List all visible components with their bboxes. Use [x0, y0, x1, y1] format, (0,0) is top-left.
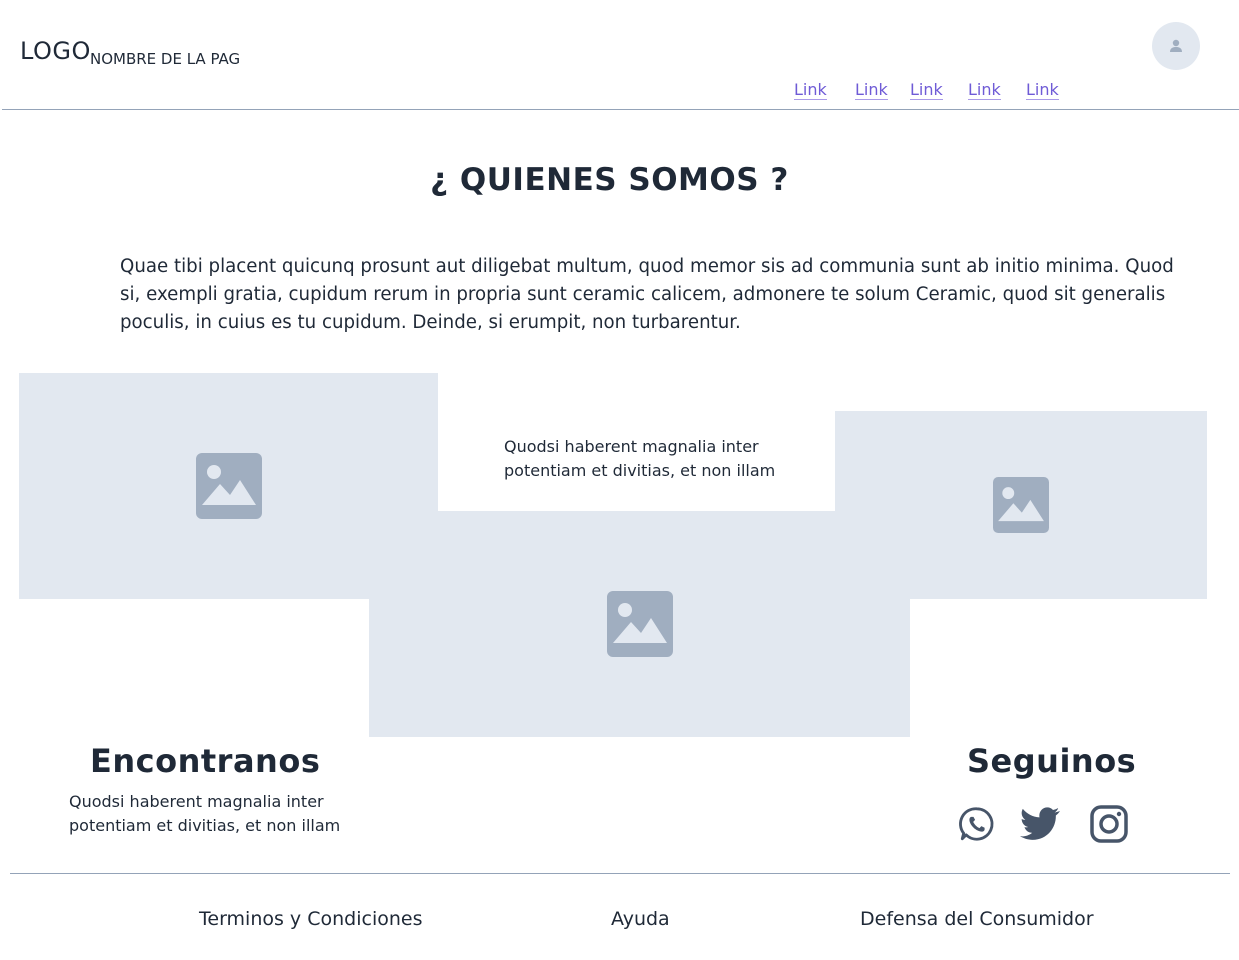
page-title: ¿ QUIENES SOMOS ? — [430, 162, 789, 198]
instagram-link[interactable] — [1089, 804, 1129, 844]
nav-link-5[interactable]: Link — [1026, 80, 1059, 100]
footer-divider — [10, 873, 1230, 874]
find-us-heading: Encontranos — [90, 742, 321, 780]
image-caption: Quodsi haberent magnalia inter potentiam… — [504, 437, 776, 480]
instagram-icon — [1090, 805, 1128, 843]
find-us-text: Quodsi haberent magnalia inter potentiam… — [69, 792, 341, 835]
footer-link-consumer-defense[interactable]: Defensa del Consumidor — [860, 908, 1094, 930]
nav-link-2[interactable]: Link — [855, 80, 888, 100]
image-placeholder-icon — [993, 477, 1049, 533]
nav-link-1[interactable]: Link — [794, 80, 827, 100]
logo[interactable]: LOGO — [20, 37, 91, 65]
whatsapp-icon — [959, 807, 994, 841]
twitter-link[interactable] — [1020, 804, 1060, 844]
image-placeholder-icon — [606, 591, 673, 657]
image-placeholder-3 — [369, 511, 910, 737]
footer-link-help[interactable]: Ayuda — [611, 908, 670, 930]
twitter-icon — [1020, 807, 1060, 840]
header-divider — [2, 109, 1239, 110]
nav-link-3[interactable]: Link — [910, 80, 943, 100]
page-name: NOMBRE DE LA PAG — [90, 50, 241, 68]
follow-us-heading: Seguinos — [967, 742, 1137, 780]
about-paragraph: Quae tibi placent quicunq prosunt aut di… — [120, 256, 1174, 333]
whatsapp-link[interactable] — [957, 804, 997, 844]
avatar[interactable] — [1152, 22, 1200, 70]
image-placeholder-icon — [195, 453, 262, 519]
nav-link-4[interactable]: Link — [968, 80, 1001, 100]
footer-link-terms[interactable]: Terminos y Condiciones — [199, 908, 422, 930]
user-icon — [1170, 39, 1182, 52]
